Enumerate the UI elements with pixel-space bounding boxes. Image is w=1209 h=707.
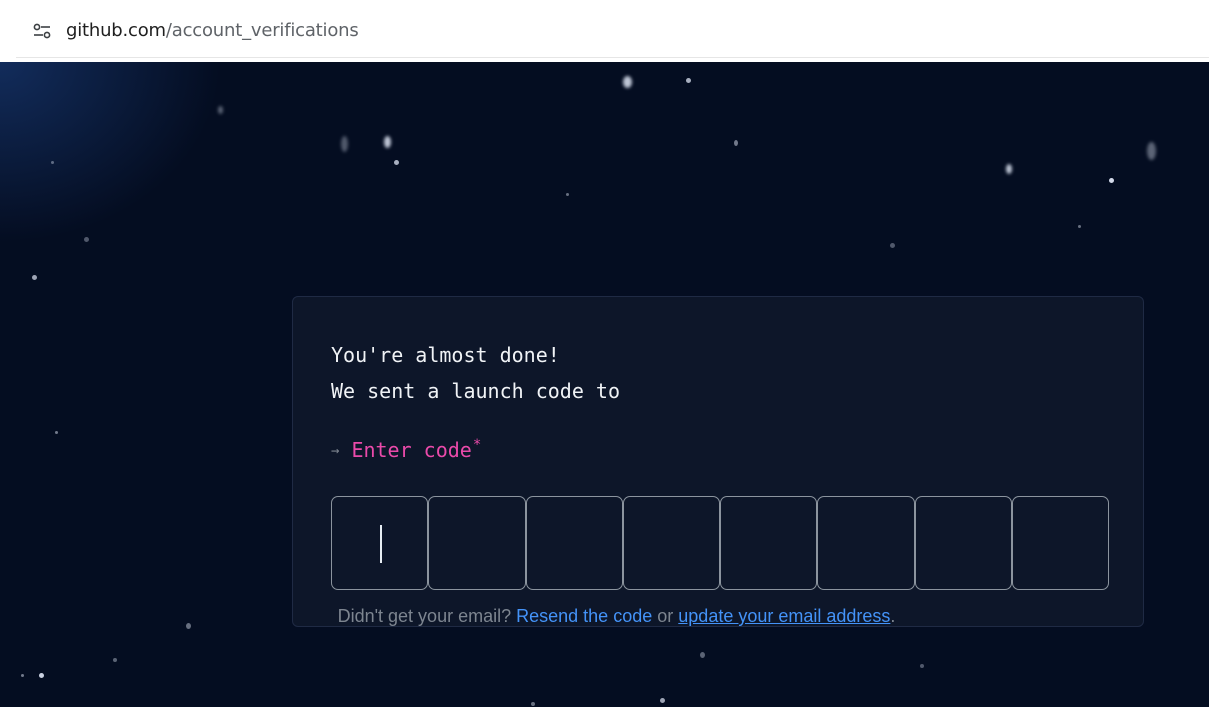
code-digit-input-8[interactable] bbox=[1011, 496, 1109, 590]
star bbox=[341, 136, 348, 152]
star bbox=[51, 161, 54, 164]
star bbox=[623, 76, 632, 88]
star bbox=[1006, 164, 1012, 174]
star bbox=[55, 431, 58, 434]
star bbox=[218, 106, 223, 114]
code-digit-input-4[interactable] bbox=[622, 496, 720, 590]
star bbox=[686, 78, 691, 83]
star bbox=[84, 237, 89, 242]
star bbox=[21, 674, 24, 677]
code-digit-input-2[interactable] bbox=[428, 496, 526, 590]
resend-code-link[interactable]: Resend the code bbox=[516, 606, 652, 626]
code-digit-input-3[interactable] bbox=[525, 496, 623, 590]
star bbox=[734, 140, 738, 146]
code-digit-input-5[interactable] bbox=[720, 496, 818, 590]
star bbox=[890, 243, 895, 248]
star bbox=[566, 193, 569, 196]
code-digit-input-1[interactable] bbox=[331, 496, 429, 590]
enter-code-text: Enter code bbox=[351, 438, 472, 462]
url-text[interactable]: github.com/account_verifications bbox=[66, 20, 359, 41]
star bbox=[700, 652, 705, 658]
star bbox=[113, 658, 117, 662]
code-digit-input-7[interactable] bbox=[914, 496, 1012, 590]
star bbox=[1147, 142, 1156, 160]
url-domain: github.com bbox=[66, 20, 166, 41]
code-input-group bbox=[331, 496, 1109, 590]
star bbox=[531, 702, 535, 706]
footer-connector: or bbox=[657, 606, 674, 626]
star bbox=[920, 664, 924, 668]
star bbox=[394, 160, 399, 165]
resend-footer: Didn't get your email? Resend the code o… bbox=[0, 606, 1209, 627]
verification-card: You're almost done! We sent a launch cod… bbox=[292, 296, 1144, 627]
code-digit-input-6[interactable] bbox=[817, 496, 915, 590]
star bbox=[1109, 178, 1114, 183]
verification-heading: You're almost done! We sent a launch cod… bbox=[331, 337, 620, 409]
footer-prefix: Didn't get your email? bbox=[337, 606, 512, 626]
star bbox=[39, 673, 44, 678]
tune-icon[interactable] bbox=[32, 23, 52, 39]
footer-suffix: . bbox=[890, 606, 896, 626]
star bbox=[32, 275, 37, 280]
text-caret bbox=[380, 525, 382, 563]
arrow-right-icon: → bbox=[331, 443, 340, 459]
star bbox=[1078, 225, 1081, 228]
heading-line-code-sent: We sent a launch code to bbox=[331, 379, 620, 403]
star bbox=[660, 698, 665, 703]
browser-address-bar: github.com/account_verifications bbox=[0, 0, 1209, 62]
star bbox=[384, 136, 391, 148]
heading-line-almost-done: You're almost done! bbox=[331, 343, 560, 367]
update-email-link[interactable]: update your email address bbox=[678, 606, 890, 626]
enter-code-label: → Enter code* bbox=[331, 437, 481, 462]
starfield-background: You're almost done! We sent a launch cod… bbox=[0, 62, 1209, 707]
url-path: /account_verifications bbox=[165, 20, 359, 41]
required-asterisk: * bbox=[472, 437, 482, 453]
